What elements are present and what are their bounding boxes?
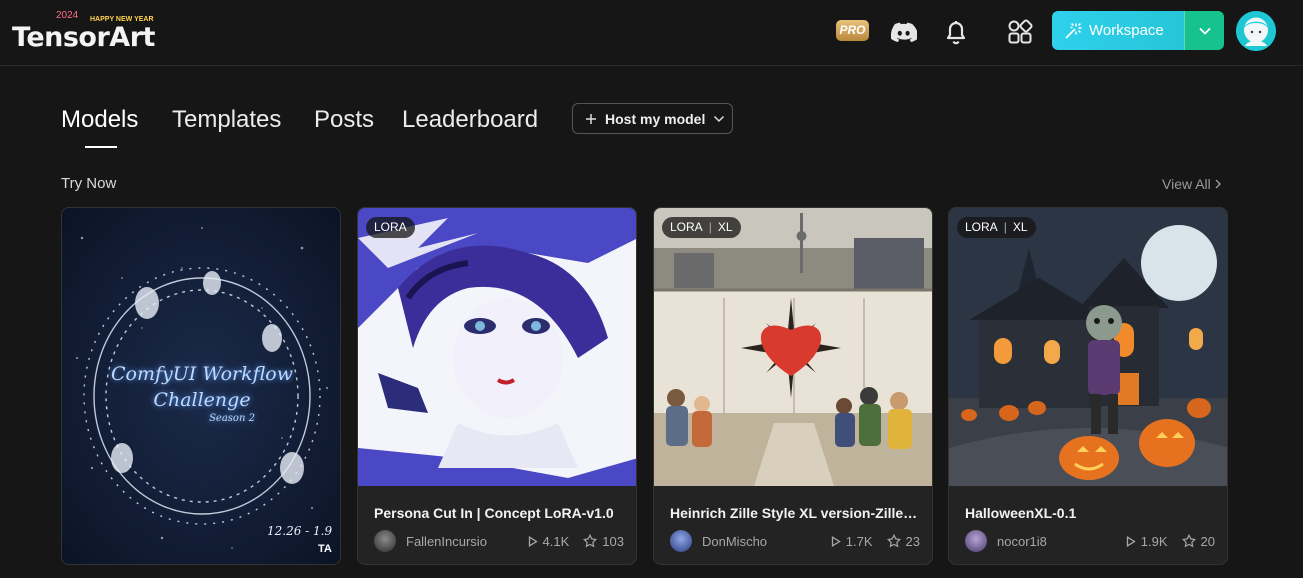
badge-separator: | (1003, 220, 1007, 234)
poster-title-line1: ComfyUI Workflow (111, 363, 293, 385)
view-all-label: View All (1162, 176, 1211, 192)
chevron-right-icon (1215, 179, 1221, 189)
top-bar: 2024 HAPPY NEW YEAR TensorArt PRO Worksp… (0, 0, 1303, 66)
poster-date: 12.26 - 1.9 (267, 524, 333, 538)
tab-models[interactable]: Models (61, 106, 138, 134)
run-count: 4.1K (528, 533, 570, 549)
plus-icon (586, 113, 596, 124)
author-avatar[interactable] (374, 530, 396, 552)
badge-xl: XL (1012, 220, 1028, 234)
author-avatar[interactable] (670, 530, 692, 552)
tab-leaderboard[interactable]: Leaderboard (402, 106, 538, 134)
workspace-button[interactable]: Workspace (1052, 11, 1184, 50)
challenge-poster-image: ComfyUI Workflow Challenge Season 2 12.2… (62, 208, 340, 564)
author-avatar[interactable] (965, 530, 987, 552)
star-icon (583, 534, 598, 548)
poster-title-line2: Challenge (153, 389, 251, 411)
badge-lora: LORA (965, 220, 998, 234)
star-count-value: 103 (602, 533, 624, 549)
star-count-value: 20 (1200, 533, 1215, 549)
poster-mark: TA (318, 543, 332, 555)
magic-wand-icon (1065, 22, 1082, 39)
author-name[interactable]: FallenIncursio (406, 534, 514, 549)
star-count: 23 (886, 533, 920, 549)
star-count-value: 23 (905, 533, 920, 549)
run-count: 1.9K (1126, 534, 1168, 549)
challenge-card[interactable]: ComfyUI Workflow Challenge Season 2 12.2… (61, 207, 341, 565)
host-my-model-button[interactable]: Host my model (572, 103, 733, 134)
author-name[interactable]: DonMischo (702, 534, 817, 549)
model-thumbnail: LORA (358, 208, 636, 486)
play-icon (1126, 535, 1136, 547)
author-name[interactable]: nocor1i8 (997, 534, 1112, 549)
discord-icon[interactable] (886, 14, 922, 50)
chevron-down-icon (1198, 27, 1211, 35)
workspace-dropdown-button[interactable] (1184, 11, 1224, 50)
tab-templates[interactable]: Templates (172, 106, 281, 134)
section-title: Try Now (61, 175, 117, 192)
user-avatar[interactable] (1236, 11, 1276, 51)
model-type-badge: LORA (366, 217, 415, 238)
star-icon (1181, 534, 1196, 548)
model-thumbnail: LORA | XL (654, 208, 932, 486)
model-type-badge: LORA | XL (662, 217, 741, 238)
workspace-split-button: Workspace (1052, 11, 1224, 50)
host-my-model-label: Host my model (605, 110, 706, 127)
active-tab-indicator (85, 146, 117, 148)
pro-badge[interactable]: PRO (836, 20, 869, 41)
run-count-value: 1.9K (1140, 533, 1168, 549)
logo-year: 2024 (56, 10, 79, 21)
chevron-down-icon (714, 115, 725, 122)
model-thumbnail: LORA | XL (949, 208, 1227, 486)
model-type-badge: LORA | XL (957, 217, 1036, 238)
workspace-label: Workspace (1089, 22, 1164, 39)
view-all-link[interactable]: View All (1162, 176, 1221, 192)
poster-title: ComfyUI Workflow Challenge Season 2 (62, 363, 340, 424)
model-card[interactable]: LORA | XL Heinrich Zille Style XL versio… (653, 207, 933, 565)
badge-separator: | (708, 220, 712, 234)
model-card[interactable]: LORA Persona Cut In | Concept LoRA-v1.0 … (357, 207, 637, 565)
run-count: 1.7K (831, 534, 873, 549)
model-meta: DonMischo 1.7K 23 (670, 530, 920, 552)
star-icon (886, 534, 901, 548)
play-icon (831, 535, 841, 547)
badge-lora: LORA (670, 220, 703, 234)
run-count-value: 4.1K (542, 533, 570, 549)
play-icon (528, 535, 538, 547)
run-count-value: 1.7K (845, 533, 873, 549)
apps-grid-icon[interactable] (1002, 14, 1038, 50)
badge-xl: XL (717, 220, 733, 234)
tab-posts[interactable]: Posts (314, 106, 374, 134)
model-title[interactable]: Heinrich Zille Style XL version-Zille St… (670, 505, 920, 521)
model-title[interactable]: HalloweenXL-0.1 (965, 505, 1215, 521)
poster-season: Season 2 (209, 413, 255, 424)
star-count: 20 (1181, 533, 1215, 549)
bell-icon[interactable] (938, 14, 974, 50)
model-meta: nocor1i8 1.9K 20 (965, 530, 1215, 552)
tensorart-logo[interactable]: 2024 HAPPY NEW YEAR TensorArt (12, 10, 164, 53)
model-card[interactable]: LORA | XL HalloweenXL-0.1 nocor1i8 1.9K … (948, 207, 1228, 565)
star-count: 103 (583, 534, 624, 549)
model-meta: FallenIncursio 4.1K 103 (374, 530, 624, 552)
model-title[interactable]: Persona Cut In | Concept LoRA-v1.0 (374, 505, 624, 521)
badge-lora: LORA (374, 220, 407, 234)
logo-text: TensorArt (12, 22, 155, 53)
